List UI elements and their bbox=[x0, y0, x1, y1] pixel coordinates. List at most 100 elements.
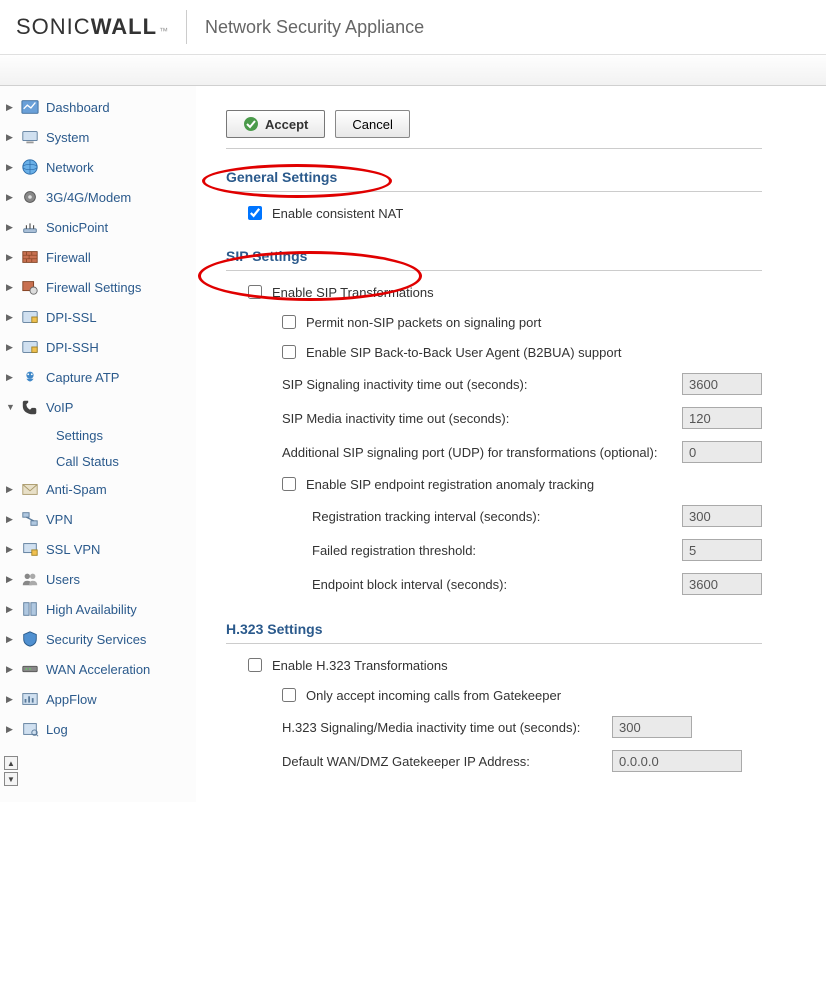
header-divider bbox=[186, 10, 187, 44]
sidebar-item-security-services[interactable]: ▶ Security Services bbox=[0, 624, 196, 654]
input-block-interval[interactable] bbox=[682, 573, 762, 595]
label-gatekeeper-ip: Default WAN/DMZ Gatekeeper IP Address: bbox=[282, 754, 530, 769]
sidebar-item-dashboard[interactable]: ▶ Dashboard bbox=[0, 92, 196, 122]
sidebar-item-capture-atp[interactable]: ▶ Capture ATP bbox=[0, 362, 196, 392]
chevron-right-icon: ▶ bbox=[6, 252, 14, 263]
label-signaling-timeout: SIP Signaling inactivity time out (secon… bbox=[282, 377, 527, 392]
checkbox-permit-non-sip[interactable] bbox=[282, 315, 296, 329]
chevron-right-icon: ▶ bbox=[6, 484, 14, 495]
input-additional-port[interactable] bbox=[682, 441, 762, 463]
network-icon bbox=[20, 157, 40, 177]
input-signaling-timeout[interactable] bbox=[682, 373, 762, 395]
sidebar-item-firewall-settings[interactable]: ▶ Firewall Settings bbox=[0, 272, 196, 302]
sidebar-subitem-call-status[interactable]: Call Status bbox=[0, 448, 196, 474]
checkbox-enable-b2bua[interactable] bbox=[282, 345, 296, 359]
sidebar-item-label: System bbox=[46, 130, 190, 145]
input-failed-threshold[interactable] bbox=[682, 539, 762, 561]
sidebar-item-ssl-vpn[interactable]: ▶ SSL VPN bbox=[0, 534, 196, 564]
sidebar-item-wan-acceleration[interactable]: ▶ WAN Acceleration bbox=[0, 654, 196, 684]
sidebar-item-high-availability[interactable]: ▶ High Availability bbox=[0, 594, 196, 624]
field-anomaly-tracking: Enable SIP endpoint registration anomaly… bbox=[226, 469, 762, 499]
brand-logo: SONICWALL ™ bbox=[16, 14, 168, 40]
appflow-icon bbox=[20, 689, 40, 709]
sidebar-item-label: VPN bbox=[46, 512, 190, 527]
chevron-right-icon: ▶ bbox=[6, 372, 14, 383]
input-gatekeeper-ip[interactable] bbox=[612, 750, 742, 772]
chevron-right-icon: ▶ bbox=[6, 102, 14, 113]
sidebar-item-appflow[interactable]: ▶ AppFlow bbox=[0, 684, 196, 714]
firewall-icon bbox=[20, 247, 40, 267]
main-content: Accept Cancel General Settings Enable co… bbox=[196, 86, 792, 802]
cancel-button[interactable]: Cancel bbox=[335, 110, 409, 138]
sidebar-item-label: SonicPoint bbox=[46, 220, 190, 235]
sidebar-item-label: VoIP bbox=[46, 400, 190, 415]
sidebar-item-firewall[interactable]: ▶ Firewall bbox=[0, 242, 196, 272]
label-gatekeeper-only: Only accept incoming calls from Gatekeep… bbox=[306, 688, 561, 703]
sidebar-item-label: Firewall Settings bbox=[46, 280, 190, 295]
sidebar-item-anti-spam[interactable]: ▶ Anti-Spam bbox=[0, 474, 196, 504]
sidebar-item-vpn[interactable]: ▶ VPN bbox=[0, 504, 196, 534]
sidebar-item-voip[interactable]: ▼ VoIP bbox=[0, 392, 196, 422]
sidebar-item-label: AppFlow bbox=[46, 692, 190, 707]
sidebar-item-label: Firewall bbox=[46, 250, 190, 265]
chevron-right-icon: ▶ bbox=[6, 132, 14, 143]
field-additional-port: Additional SIP signaling port (UDP) for … bbox=[226, 435, 762, 469]
sidebar-item-label: SSL VPN bbox=[46, 542, 190, 557]
sidebar-item-users[interactable]: ▶ Users bbox=[0, 564, 196, 594]
sidebar-item-label: Security Services bbox=[46, 632, 190, 647]
scroll-down-button[interactable]: ▼ bbox=[4, 772, 18, 786]
chevron-right-icon: ▶ bbox=[6, 312, 14, 323]
label-reg-interval: Registration tracking interval (seconds)… bbox=[312, 509, 540, 524]
field-media-timeout: SIP Media inactivity time out (seconds): bbox=[226, 401, 762, 435]
sidebar-item-dpi-ssh[interactable]: ▶ DPI-SSH bbox=[0, 332, 196, 362]
field-signaling-timeout: SIP Signaling inactivity time out (secon… bbox=[226, 367, 762, 401]
sslvpn-icon bbox=[20, 539, 40, 559]
label-block-interval: Endpoint block interval (seconds): bbox=[312, 577, 507, 592]
sidebar-item-dpi-ssl[interactable]: ▶ DPI-SSL bbox=[0, 302, 196, 332]
wan-icon bbox=[20, 659, 40, 679]
antispam-icon bbox=[20, 479, 40, 499]
sidebar-item-modem[interactable]: ▶ 3G/4G/Modem bbox=[0, 182, 196, 212]
scroll-up-button[interactable]: ▲ bbox=[4, 756, 18, 770]
chevron-right-icon: ▶ bbox=[6, 724, 14, 735]
label-permit-non-sip: Permit non-SIP packets on signaling port bbox=[306, 315, 541, 330]
label-enable-b2bua: Enable SIP Back-to-Back User Agent (B2BU… bbox=[306, 345, 622, 360]
field-enable-consistent-nat: Enable consistent NAT bbox=[226, 198, 762, 228]
section-h323-title: H.323 Settings bbox=[226, 621, 762, 644]
field-block-interval: Endpoint block interval (seconds): bbox=[226, 567, 762, 601]
field-h323-timeout: H.323 Signaling/Media inactivity time ou… bbox=[226, 710, 762, 744]
checkbox-anomaly-tracking[interactable] bbox=[282, 477, 296, 491]
system-icon bbox=[20, 127, 40, 147]
chevron-right-icon: ▶ bbox=[6, 162, 14, 173]
chevron-right-icon: ▶ bbox=[6, 342, 14, 353]
sidebar-item-sonicpoint[interactable]: ▶ SonicPoint bbox=[0, 212, 196, 242]
checkbox-enable-consistent-nat[interactable] bbox=[248, 206, 262, 220]
top-bar bbox=[0, 54, 826, 86]
sidebar-item-log[interactable]: ▶ Log bbox=[0, 714, 196, 744]
header-title: Network Security Appliance bbox=[205, 17, 424, 38]
checkbox-gatekeeper-only[interactable] bbox=[282, 688, 296, 702]
accept-button[interactable]: Accept bbox=[226, 110, 325, 138]
chevron-right-icon: ▶ bbox=[6, 574, 14, 585]
section-general-title: General Settings bbox=[226, 169, 762, 192]
checkbox-enable-h323[interactable] bbox=[248, 658, 262, 672]
sidebar-subitem-settings[interactable]: Settings bbox=[0, 422, 196, 448]
input-h323-timeout[interactable] bbox=[612, 716, 692, 738]
sidebar-item-system[interactable]: ▶ System bbox=[0, 122, 196, 152]
dpi-ssl-icon bbox=[20, 307, 40, 327]
chevron-right-icon: ▶ bbox=[6, 664, 14, 675]
input-media-timeout[interactable] bbox=[682, 407, 762, 429]
log-icon bbox=[20, 719, 40, 739]
sidebar-item-label: WAN Acceleration bbox=[46, 662, 190, 677]
label-h323-timeout: H.323 Signaling/Media inactivity time ou… bbox=[282, 720, 580, 735]
checkbox-enable-sip-transformations[interactable] bbox=[248, 285, 262, 299]
section-sip-title: SIP Settings bbox=[226, 248, 762, 271]
sidebar-item-label: Log bbox=[46, 722, 190, 737]
input-reg-interval[interactable] bbox=[682, 505, 762, 527]
sidebar-scroll-controls: ▲ ▼ bbox=[0, 756, 196, 786]
check-icon bbox=[243, 116, 259, 132]
sidebar-item-label: Capture ATP bbox=[46, 370, 190, 385]
sidebar-item-network[interactable]: ▶ Network bbox=[0, 152, 196, 182]
label-additional-port: Additional SIP signaling port (UDP) for … bbox=[282, 445, 658, 460]
sidebar-item-label: Anti-Spam bbox=[46, 482, 190, 497]
